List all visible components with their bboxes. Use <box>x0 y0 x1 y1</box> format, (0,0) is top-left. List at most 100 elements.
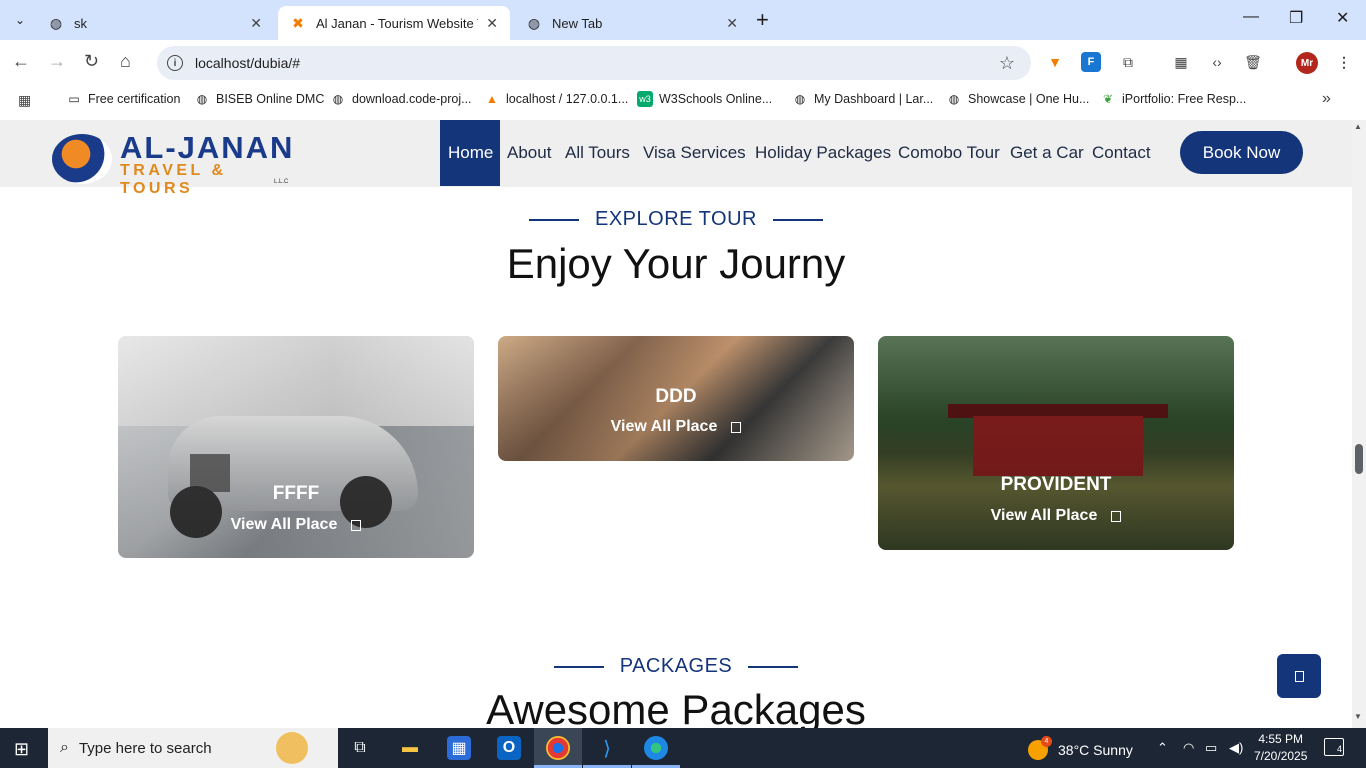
nav-about[interactable]: About <box>507 120 551 186</box>
window-close-icon[interactable]: ✕ <box>1336 8 1349 28</box>
section-tag-label: PACKAGES <box>619 655 733 677</box>
microsoft-store-icon[interactable]: ▦ <box>447 736 471 760</box>
nav-contact[interactable]: Contact <box>1092 120 1151 186</box>
view-all-place-link[interactable]: View All Place <box>118 516 474 534</box>
bookmark-item[interactable]: ▲ localhost / 127.0.0.1... <box>484 91 628 107</box>
devtools-code-icon[interactable]: ‹› <box>1207 52 1227 72</box>
xampp-icon: ✖ <box>292 14 304 31</box>
file-explorer-icon[interactable]: ▬ <box>398 736 422 760</box>
tab-sk[interactable]: ◍ sk ✕ <box>36 6 274 40</box>
bookmark-label: My Dashboard | Lar... <box>814 92 934 106</box>
bookmark-item[interactable]: ◍ BISEB Online DMC <box>194 91 325 107</box>
close-tab-icon[interactable]: ✕ <box>726 15 738 32</box>
site-info-icon[interactable]: i <box>167 55 183 71</box>
profile-avatar[interactable]: Mr <box>1296 52 1318 74</box>
tab-title: sk <box>74 15 87 31</box>
scroll-thumb[interactable] <box>1355 444 1363 474</box>
nav-visa-services[interactable]: Visa Services <box>643 120 746 186</box>
bookmark-item[interactable]: ◍ Showcase | One Hu... <box>946 91 1090 107</box>
edge-icon[interactable] <box>644 736 668 760</box>
view-all-place-link[interactable]: View All Place <box>498 418 854 436</box>
nav-get-a-car[interactable]: Get a Car <box>1010 120 1084 186</box>
new-tab-icon[interactable]: + <box>756 8 769 32</box>
bookmark-item[interactable]: ◍ download.code-proj... <box>330 91 472 107</box>
chrome-icon: ◍ <box>527 14 541 31</box>
search-icon: ⌕ <box>60 739 69 756</box>
weather-badge: 4 <box>1041 736 1052 747</box>
close-tab-icon[interactable]: ✕ <box>486 15 498 32</box>
apps-grid-icon[interactable]: ▦ <box>18 92 31 109</box>
folder-icon: ▭ <box>68 92 80 106</box>
bookmark-item[interactable]: ▭ Free certification <box>66 91 180 107</box>
more-bookmarks-icon[interactable]: » <box>1322 90 1331 108</box>
clock-time: 4:55 PM <box>1258 732 1304 746</box>
outlook-icon[interactable]: O <box>497 736 521 760</box>
chevron-up-icon[interactable]: ⌃ <box>1157 740 1168 756</box>
forward-icon[interactable]: → <box>48 51 66 72</box>
nav-holiday-packages[interactable]: Holiday Packages <box>755 120 891 186</box>
vscode-icon[interactable]: ⟩ <box>595 736 619 760</box>
divider <box>772 218 823 221</box>
menu-kebab-icon[interactable]: ⋮ <box>1334 52 1354 72</box>
notification-count: 4 <box>1336 744 1342 754</box>
tab-new-tab[interactable]: ◍ New Tab ✕ <box>514 6 750 40</box>
clock-date: 7/20/2025 <box>1254 749 1308 763</box>
weather-widget[interactable]: 4 38°C Sunny <box>1028 736 1133 760</box>
battery-icon[interactable]: ▭ <box>1205 740 1217 756</box>
link-label: View All Place <box>990 507 1098 524</box>
trash-icon[interactable]: 🗑 <box>1243 52 1263 72</box>
bookmark-item[interactable]: ◍ My Dashboard | Lar... <box>792 91 934 107</box>
chrome-taskbar-icon[interactable] <box>546 736 570 760</box>
back-to-top-button[interactable] <box>1277 654 1321 698</box>
back-icon[interactable]: ← <box>12 51 30 72</box>
packages-section-title: Awesome Packages <box>486 686 866 728</box>
tour-card[interactable]: FFFF View All Place <box>118 336 474 558</box>
nav-all-tours[interactable]: All Tours <box>565 120 630 186</box>
view-all-place-link[interactable]: View All Place <box>878 507 1234 525</box>
close-tab-icon[interactable]: ✕ <box>250 15 262 32</box>
scroll-down-icon[interactable]: ▼ <box>1354 712 1362 721</box>
bookmark-star-icon[interactable]: ☆ <box>999 53 1015 74</box>
weather-text: 38°C Sunny <box>1058 742 1133 758</box>
tour-card[interactable]: DDD View All Place <box>498 336 854 461</box>
bookmark-item[interactable]: w3 W3Schools Online... <box>637 91 772 107</box>
link-label: View All Place <box>230 516 338 533</box>
reload-icon[interactable]: ↻ <box>84 51 99 72</box>
tour-card[interactable]: PROVIDENT View All Place <box>878 336 1234 550</box>
tab-groups-icon[interactable]: ▦ <box>1171 52 1191 72</box>
tab-al-janan[interactable]: ✖ Al Janan - Tourism Website Tem ✕ <box>278 6 510 40</box>
page-scrollbar[interactable] <box>1352 120 1366 728</box>
site-logo[interactable]: AL-JANAN TRAVEL & TOURS L.L.C <box>52 126 297 197</box>
bookmark-label: Showcase | One Hu... <box>968 92 1090 106</box>
tab-title: Al Janan - Tourism Website Tem <box>316 15 478 31</box>
taskbar-search[interactable]: ⌕ Type here to search <box>48 728 338 768</box>
logo-globe-icon <box>52 134 112 184</box>
scroll-up-icon[interactable]: ▲ <box>1354 122 1362 131</box>
notifications-icon[interactable]: 4 <box>1324 738 1344 756</box>
windows-start-icon[interactable]: ⊞ <box>14 739 29 760</box>
nav-label: Home <box>448 143 494 162</box>
metamask-extension-icon[interactable]: ▼ <box>1045 52 1065 72</box>
network-icon[interactable]: ◠ <box>1183 740 1194 756</box>
sun-icon: 4 <box>1028 736 1052 760</box>
restore-icon[interactable]: ❐ <box>1289 8 1303 28</box>
logo-brand: AL-JANAN <box>120 130 295 165</box>
task-view-icon[interactable]: ⧉ <box>348 736 372 760</box>
extensions-puzzle-icon[interactable]: ⧉ <box>1118 52 1138 72</box>
home-icon[interactable]: ⌂ <box>120 51 131 72</box>
bookmark-item[interactable]: ❦ iPortfolio: Free Resp... <box>1100 91 1246 107</box>
leaf-icon: ❦ <box>1102 92 1114 106</box>
taskbar-clock[interactable]: 4:55 PM 7/20/2025 <box>1254 731 1307 765</box>
explore-section-tag: EXPLORE TOUR <box>0 208 1352 231</box>
nav-home[interactable]: Home <box>440 120 500 186</box>
globe-icon: ◍ <box>794 92 806 106</box>
search-placeholder: Type here to search <box>78 739 212 757</box>
volume-icon[interactable]: ◀) <box>1229 740 1243 756</box>
minimize-icon[interactable]: — <box>1243 8 1259 26</box>
book-now-button[interactable]: Book Now <box>1180 131 1303 174</box>
address-bar[interactable]: i localhost/dubia/# ☆ <box>157 46 1031 80</box>
tab-search-icon[interactable]: ⌄ <box>8 8 32 32</box>
phpmyadmin-icon: ▲ <box>486 92 498 106</box>
formula-extension-icon[interactable]: F <box>1081 52 1101 72</box>
nav-combo-tour[interactable]: Comobo Tour <box>898 120 1000 186</box>
